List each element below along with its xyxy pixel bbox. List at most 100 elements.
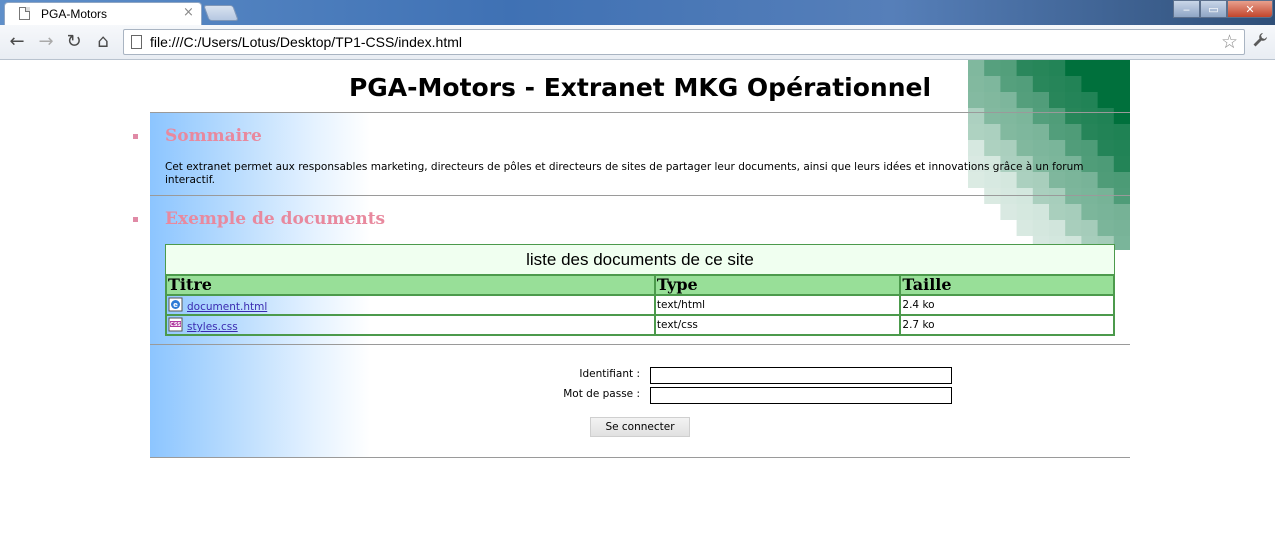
svg-text:e: e	[173, 301, 178, 309]
bookmark-star-icon[interactable]: ☆	[1221, 31, 1238, 53]
divider	[150, 112, 1130, 113]
green-tile	[1000, 188, 1018, 205]
green-tile	[1113, 236, 1130, 250]
divider	[150, 344, 1130, 345]
green-tile	[1065, 188, 1082, 205]
green-tile	[968, 220, 985, 237]
green-tile	[1097, 124, 1115, 141]
green-tile	[1032, 204, 1050, 221]
green-tile	[1113, 204, 1130, 221]
close-window-button[interactable]: ✕	[1227, 0, 1273, 18]
documents-table: liste des documents de ce site Titre Typ…	[165, 244, 1115, 336]
css-file-icon: CSS	[168, 317, 183, 332]
reload-button[interactable]: ↻	[63, 31, 85, 53]
green-tile	[1065, 124, 1082, 141]
green-tile	[1032, 140, 1050, 157]
green-tile	[1032, 220, 1050, 237]
green-tile	[1016, 124, 1034, 141]
green-tile	[984, 204, 1001, 221]
window-controls: ‒ ▭ ✕	[1173, 0, 1273, 18]
list-bullet	[133, 217, 138, 222]
green-tile	[984, 188, 1001, 205]
table-caption: liste des documents de ce site	[165, 244, 1115, 274]
url-text[interactable]: file:///C:/Users/Lotus/Desktop/TP1-CSS/i…	[150, 34, 462, 50]
table-cell-type: text/html	[653, 294, 902, 316]
green-tile	[1097, 188, 1115, 205]
login-button[interactable]: Se connecter	[590, 417, 690, 437]
page-icon	[131, 35, 142, 49]
section-heading-documents: Exemple de documents	[165, 209, 386, 229]
green-tile	[1049, 188, 1066, 205]
divider	[150, 195, 1130, 196]
green-tile	[1016, 204, 1034, 221]
green-tile	[984, 124, 1001, 141]
green-tile	[1016, 140, 1034, 157]
page-header: PGA-Motors - Extranet MKG Opérationnel	[150, 60, 1130, 112]
green-tile	[1000, 220, 1018, 237]
green-tile	[968, 204, 985, 221]
password-label: Mot de passe :	[563, 388, 640, 400]
green-tile	[1065, 220, 1082, 237]
page-icon	[19, 7, 30, 20]
green-tile	[1016, 220, 1034, 237]
table-cell-type: text/css	[653, 314, 902, 336]
page-container: PGA-Motors - Extranet MKG Opérationnel S…	[133, 60, 1130, 460]
divider	[150, 457, 1130, 458]
back-button[interactable]: ←	[6, 31, 28, 53]
new-tab-button[interactable]	[203, 5, 239, 21]
home-button[interactable]: ⌂	[92, 31, 114, 53]
table-row: CSS styles.css text/css 2.7 ko	[165, 314, 1115, 336]
green-tile	[1049, 140, 1066, 157]
green-tile	[968, 140, 985, 157]
tab-close-icon[interactable]: ×	[183, 5, 194, 21]
green-tile	[1097, 204, 1115, 221]
green-tile	[1032, 124, 1050, 141]
green-tile	[1113, 140, 1130, 157]
green-tile	[1000, 124, 1018, 141]
browser-tab[interactable]: PGA-Motors ×	[4, 2, 202, 25]
green-tile	[1097, 220, 1115, 237]
green-tile	[1113, 172, 1130, 189]
green-tile	[984, 140, 1001, 157]
green-tile	[968, 188, 985, 205]
green-tile	[1000, 204, 1018, 221]
document-link-html[interactable]: document.html	[187, 301, 267, 313]
wrench-menu-icon[interactable]	[1252, 32, 1268, 52]
identifier-input[interactable]	[650, 367, 952, 384]
green-tile	[1113, 156, 1130, 173]
green-tile	[1065, 204, 1082, 221]
html-file-icon: e	[168, 297, 183, 312]
document-link-css[interactable]: styles.css	[187, 321, 238, 333]
column-header-size: Taille	[899, 274, 1115, 296]
forward-button[interactable]: →	[35, 31, 57, 53]
tab-title: PGA-Motors	[41, 7, 108, 21]
table-cell-size: 2.7 ko	[899, 314, 1115, 336]
green-tile	[1081, 188, 1099, 205]
list-bullet	[133, 134, 138, 139]
address-bar[interactable]: file:///C:/Users/Lotus/Desktop/TP1-CSS/i…	[123, 29, 1245, 55]
green-tile	[1032, 188, 1050, 205]
column-header-type: Type	[653, 274, 902, 296]
summary-text: Cet extranet permet aux responsables mar…	[165, 161, 1084, 186]
table-header-row: Titre Type Taille	[165, 274, 1115, 296]
green-tile	[1016, 188, 1034, 205]
section-heading-sommaire: Sommaire	[165, 126, 262, 146]
green-tile	[1081, 140, 1099, 157]
minimize-button[interactable]: ‒	[1173, 0, 1200, 18]
password-input[interactable]	[650, 387, 952, 404]
green-tile	[1065, 140, 1082, 157]
green-tile	[1097, 140, 1115, 157]
svg-text:CSS: CSS	[170, 322, 181, 328]
maximize-button[interactable]: ▭	[1200, 0, 1227, 18]
table-row: e document.html text/html 2.4 ko	[165, 294, 1115, 316]
green-tile	[1113, 124, 1130, 141]
green-tile	[1113, 188, 1130, 205]
green-tile	[1081, 220, 1099, 237]
green-tile	[1081, 204, 1099, 221]
green-tile	[1000, 140, 1018, 157]
window-titlebar: PGA-Motors × ‒ ▭ ✕	[0, 0, 1275, 25]
browser-toolbar: ← → ↻ ⌂ file:///C:/Users/Lotus/Desktop/T…	[0, 25, 1275, 60]
green-tile	[1081, 124, 1099, 141]
table-cell-title: CSS styles.css	[165, 314, 656, 336]
green-tile	[968, 124, 985, 141]
